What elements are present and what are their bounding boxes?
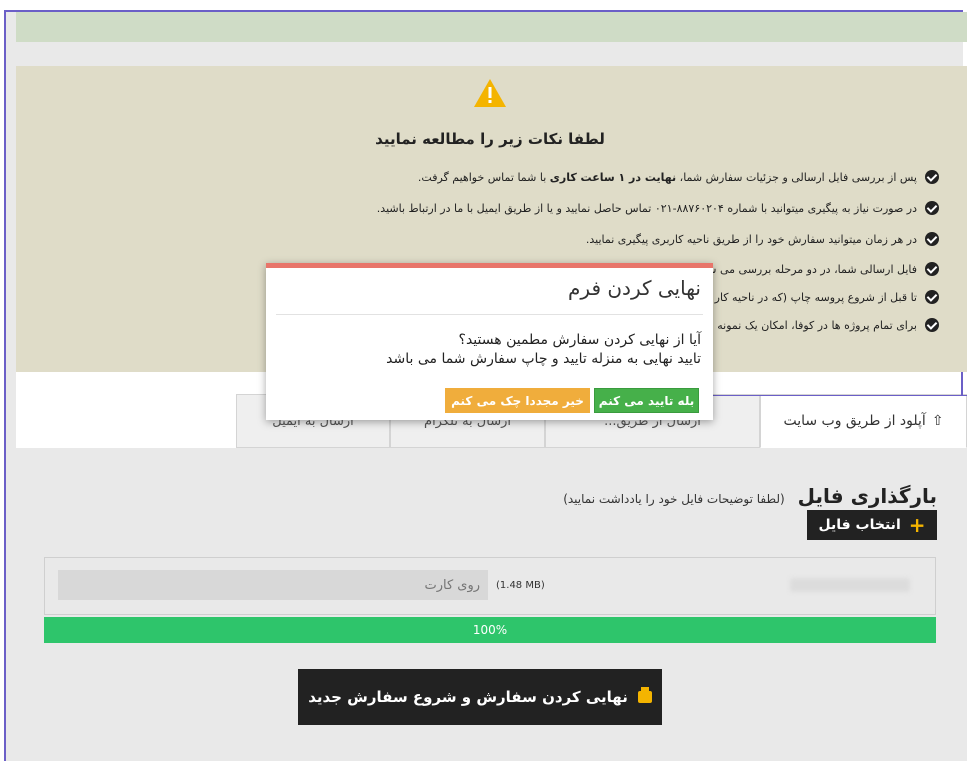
annotation-line: [961, 372, 963, 396]
modal-description: تایید نهایی به منزله تایید و چاپ سفارش ش…: [386, 351, 701, 367]
check-icon: [925, 262, 939, 276]
plus-icon: +: [908, 513, 926, 537]
notice-item: پس از بررسی فایل ارسالی و جزئیات سفارش ش…: [19, 167, 939, 187]
modal-divider: [276, 314, 703, 315]
file-size: (1.48 MB): [496, 580, 545, 591]
warning-icon: [474, 79, 506, 107]
upload-progress-bar: 100%: [44, 617, 936, 643]
notice-item-text: در صورت نیاز به پیگیری میتوانید با شماره…: [376, 201, 917, 215]
file-description-input[interactable]: [58, 570, 488, 600]
notice-item: در صورت نیاز به پیگیری میتوانید با شماره…: [19, 198, 939, 218]
select-file-button[interactable]: + انتخاب فایل: [807, 510, 937, 540]
upload-icon: ⇧: [931, 413, 944, 429]
confirm-yes-button[interactable]: بله تایید می کنم: [594, 388, 699, 413]
finalize-order-button[interactable]: نهایی کردن سفارش و شروع سفارش جدید: [298, 669, 662, 725]
top-status-bar: [16, 12, 967, 42]
printer-icon: [637, 687, 652, 703]
check-icon: [925, 318, 939, 332]
confirm-no-button[interactable]: خیر مجددا چک می کنم: [445, 388, 590, 413]
check-icon: [925, 201, 939, 215]
file-name-blurred: [790, 578, 910, 592]
notice-item-text: در هر زمان میتوانید سفارش خود را از طریق…: [585, 232, 917, 246]
tab-website-upload[interactable]: ⇧ آپلود از طریق وب سایت: [760, 394, 967, 448]
confirm-modal: نهایی کردن فرم آیا از نهایی کردن سفارش م…: [266, 263, 713, 420]
check-icon: [925, 232, 939, 246]
check-icon: [925, 290, 939, 304]
upload-heading: بارگذاری فایل (لطفا توضیحات فایل خود را …: [563, 484, 937, 508]
notice-item: در هر زمان میتوانید سفارش خود را از طریق…: [19, 229, 939, 249]
check-icon: [925, 170, 939, 184]
notice-title: لطفا نکات زیر را مطالعه نمایید: [375, 130, 605, 148]
modal-question: آیا از نهایی کردن سفارش مطمین هستید؟: [458, 332, 701, 348]
annotation-line: [713, 395, 967, 396]
modal-title: نهایی کردن فرم: [568, 276, 701, 300]
notice-item-text: پس از بررسی فایل ارسالی و جزئیات سفارش ش…: [417, 170, 917, 184]
